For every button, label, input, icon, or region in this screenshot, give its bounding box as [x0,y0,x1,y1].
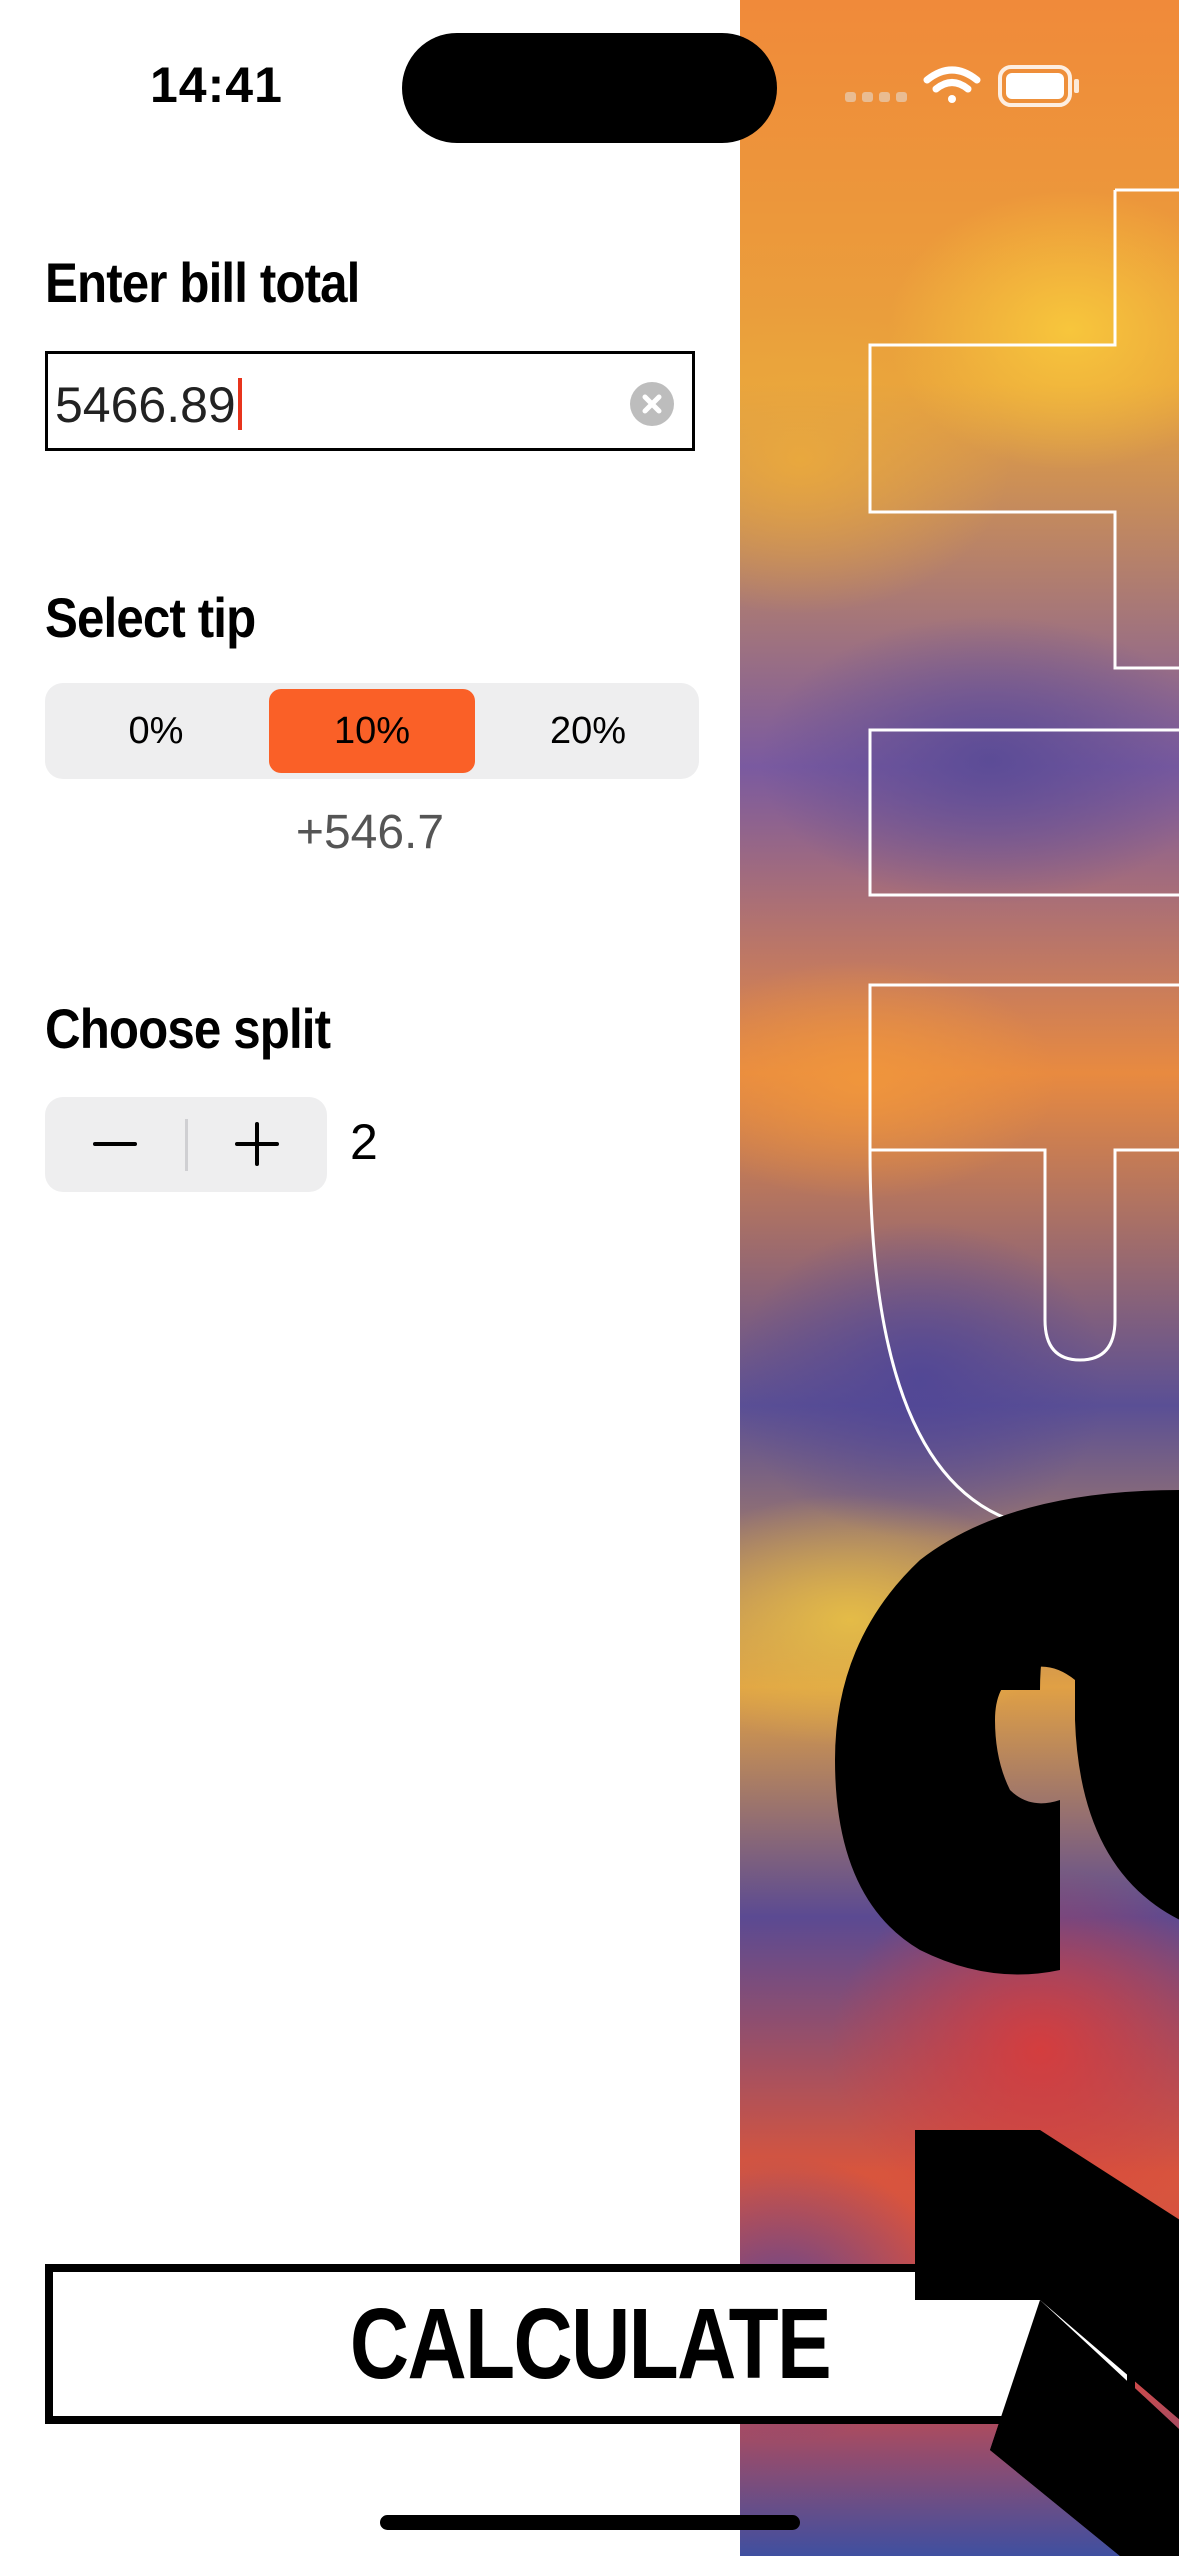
text-caret [237,378,242,430]
battery-icon [998,65,1079,107]
bill-total-value: 5466.89 [55,377,236,433]
bill-total-input[interactable]: 5466.89 [45,351,695,451]
minus-icon [93,1142,137,1146]
split-stepper [45,1097,327,1192]
choose-split-heading: Choose split [45,997,331,1060]
decorative-lettering [835,188,1179,2556]
screen: 14:41 Enter bill total 5466.89 Select ti… [0,0,1179,2556]
status-icons [845,62,1085,117]
wifi-icon [923,66,981,103]
plus-icon [235,1122,279,1166]
tip-option-0[interactable]: 0% [53,689,259,773]
decorative-art-panel [740,0,1179,2556]
decorative-overlay [740,2250,1179,2556]
tip-option-10[interactable]: 10% [269,689,475,773]
select-tip-heading: Select tip [45,586,256,649]
increment-button[interactable] [187,1097,327,1192]
decrement-button[interactable] [45,1097,185,1192]
bill-total-value-wrapper: 5466.89 [55,376,242,434]
dynamic-island [402,33,777,143]
bill-total-heading: Enter bill total [45,251,360,314]
tip-amount: +546.7 [295,806,445,859]
cellular-signal-icon [845,92,907,102]
clear-text-icon[interactable] [630,382,674,426]
home-indicator [380,2515,800,2530]
split-count: 2 [350,1114,378,1170]
tip-option-20[interactable]: 20% [485,689,691,773]
status-time: 14:41 [150,57,283,113]
tip-segmented-control: 0% 10% 20% [45,683,699,779]
